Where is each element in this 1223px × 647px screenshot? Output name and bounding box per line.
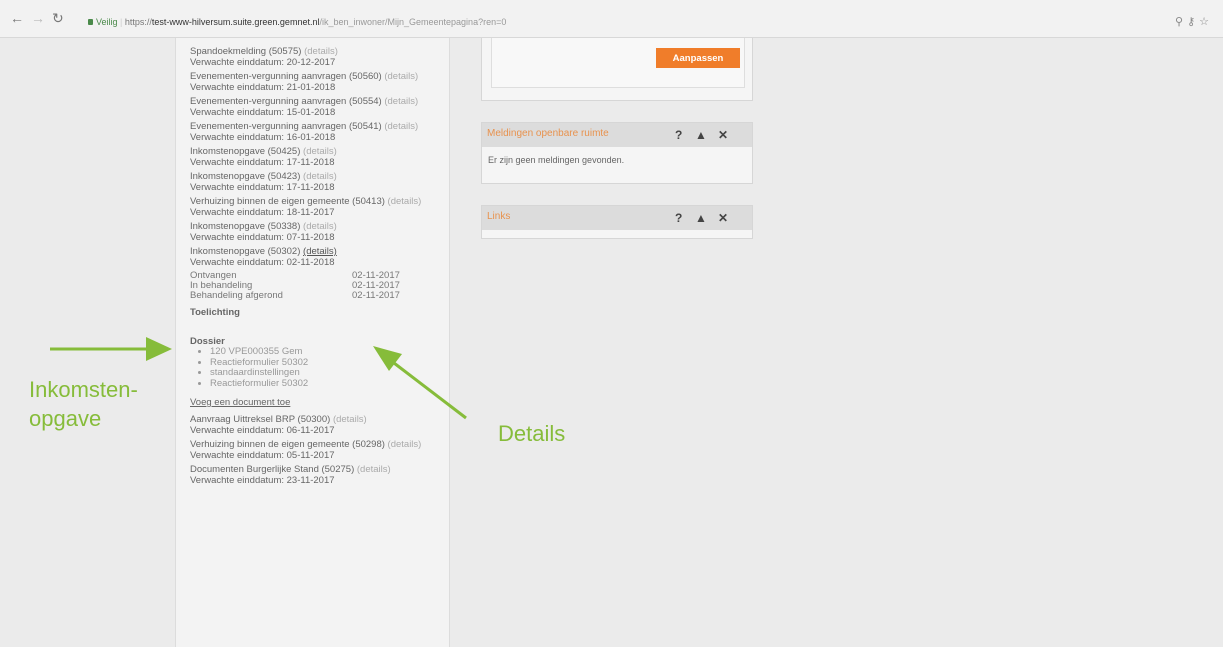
arrow-head-left: [146, 337, 172, 361]
arrow-line-right: [393, 361, 467, 420]
annotation-label-opgave: opgave: [29, 406, 102, 431]
annotation-label-details: Details: [498, 421, 566, 446]
annotation-arrows: [50, 337, 467, 420]
annotation-label-inkomsten: Inkomsten-: [29, 377, 138, 402]
